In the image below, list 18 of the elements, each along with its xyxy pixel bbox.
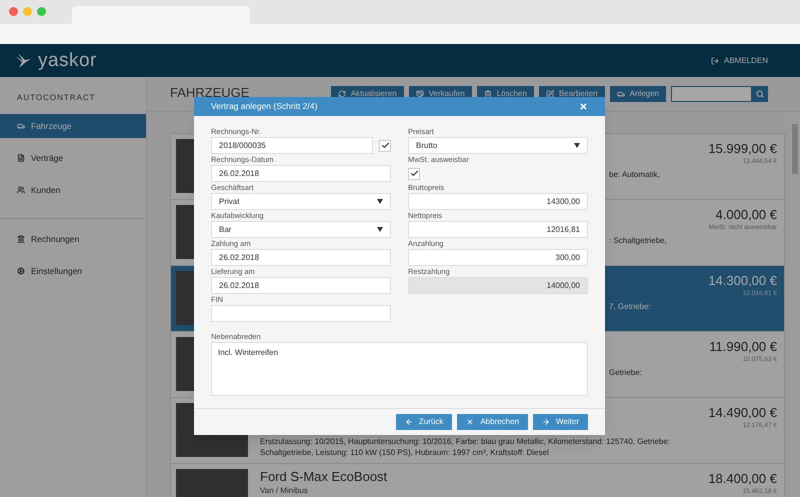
logo-text: yaskor — [38, 51, 97, 70]
vehicle-price: 11.990,00 € — [709, 339, 777, 355]
vehicle-details: 7, Getriebe: — [609, 301, 652, 312]
vehicle-price: 14.300,00 € — [708, 273, 777, 289]
vehicle-price: 18.400,00 € — [708, 471, 777, 487]
vehicle-details: : Schaltgetriebe, — [609, 235, 668, 246]
dialog-title: Vertrag anlegen (Schritt 2/4) — [211, 100, 318, 113]
vehicle-details: Erstzulassung: 10/2015, Hauptuntersuchung: 10/2016, Farbe: blau grau Metallic, Kilometerstand: 125740, Getriebe: — [260, 436, 672, 447]
vehicle-details: Getriebe: — [609, 367, 643, 378]
vehicle-price: 14.490,00 € — [708, 405, 777, 421]
sidebar-title: AUTOCONTRACT — [16, 92, 97, 104]
vehicle-details: be: Automatik, — [609, 169, 661, 180]
vehicle-subtitle: Van / Minibus — [260, 485, 309, 497]
vehicle-price: 4.000,00 € — [716, 207, 777, 223]
page-title: FAHRZEUGE — [170, 87, 250, 99]
vehicle-title: Ford S-Max EcoBoost — [260, 469, 388, 485]
vehicle-details: Schaltgetriebe, Leistung: 110 kW (150 PS), Hubraum: 1997 cm³, Kraftstoff: Diesel — [260, 447, 550, 458]
vehicle-price: 15.999,00 € — [708, 141, 777, 157]
